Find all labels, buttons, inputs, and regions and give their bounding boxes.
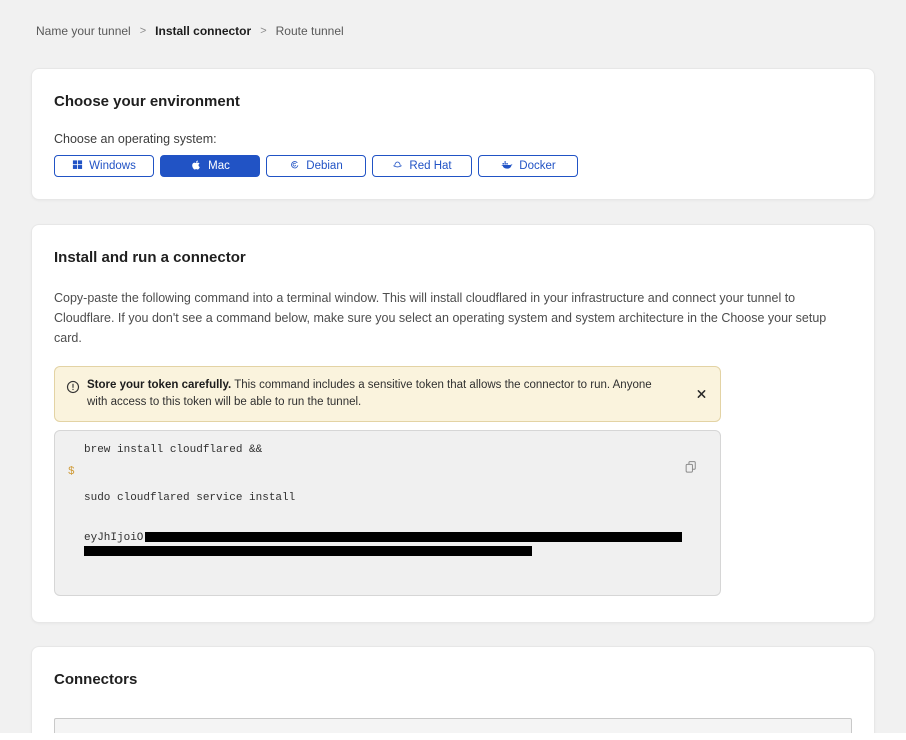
redhat-icon (392, 159, 403, 173)
debian-icon (289, 159, 300, 173)
shell-prompt: $ (68, 466, 84, 582)
windows-icon (72, 159, 83, 173)
os-button-docker[interactable]: Docker (478, 155, 578, 177)
copy-command-button[interactable] (681, 457, 699, 476)
redacted-token-bar (84, 546, 532, 556)
banner-close-button[interactable] (695, 388, 708, 401)
os-button-label: Red Hat (409, 160, 451, 172)
copy-icon (683, 459, 697, 474)
install-card: Install and run a connector Copy-paste t… (31, 224, 875, 623)
os-button-debian[interactable]: Debian (266, 155, 366, 177)
os-button-mac[interactable]: Mac (160, 155, 260, 177)
close-icon (697, 390, 706, 399)
os-button-windows[interactable]: Windows (54, 155, 154, 177)
os-button-group: Windows Mac Debian Red Hat Docker (54, 155, 852, 177)
breadcrumb-route-tunnel[interactable]: Route tunnel (276, 24, 344, 38)
environment-card: Choose your environment Choose an operat… (31, 68, 875, 200)
code-line-brew: brew install cloudflared && (68, 444, 680, 457)
os-button-label: Mac (208, 160, 230, 172)
token-warning-text: Store your token carefully. This command… (87, 377, 664, 411)
docker-icon (500, 159, 513, 174)
redacted-token-bar (145, 532, 682, 542)
os-button-label: Debian (306, 160, 342, 172)
apple-icon (190, 159, 202, 174)
os-select-label: Choose an operating system: (54, 132, 852, 146)
breadcrumb-separator: > (140, 25, 146, 37)
token-warning-bold: Store your token carefully. (87, 379, 231, 391)
os-button-label: Windows (89, 160, 136, 172)
connectors-card-title: Connectors (54, 671, 852, 688)
install-card-title: Install and run a connector (54, 249, 852, 266)
connectors-card: Connectors Connector ID Status Data cent… (31, 646, 875, 740)
os-button-label: Docker (519, 160, 555, 172)
code-token-line: eyJhIjoiO (84, 532, 682, 556)
breadcrumb: Name your tunnel > Install connector > R… (0, 0, 906, 38)
install-command-codeblock: brew install cloudflared && $ sudo cloud… (54, 430, 721, 596)
environment-card-title: Choose your environment (54, 93, 852, 110)
install-description: Copy-paste the following command into a … (54, 288, 852, 348)
bottom-strip (0, 733, 906, 740)
breadcrumb-separator: > (260, 25, 266, 37)
alert-circle-icon (66, 380, 80, 399)
breadcrumb-install-connector[interactable]: Install connector (155, 24, 251, 38)
token-warning-banner: Store your token carefully. This command… (54, 366, 721, 422)
code-command: sudo cloudflared service install eyJhIjo… (84, 466, 682, 582)
code-line-sudo: sudo cloudflared service install (84, 492, 682, 505)
os-button-redhat[interactable]: Red Hat (372, 155, 472, 177)
breadcrumb-name-your-tunnel[interactable]: Name your tunnel (36, 24, 131, 38)
